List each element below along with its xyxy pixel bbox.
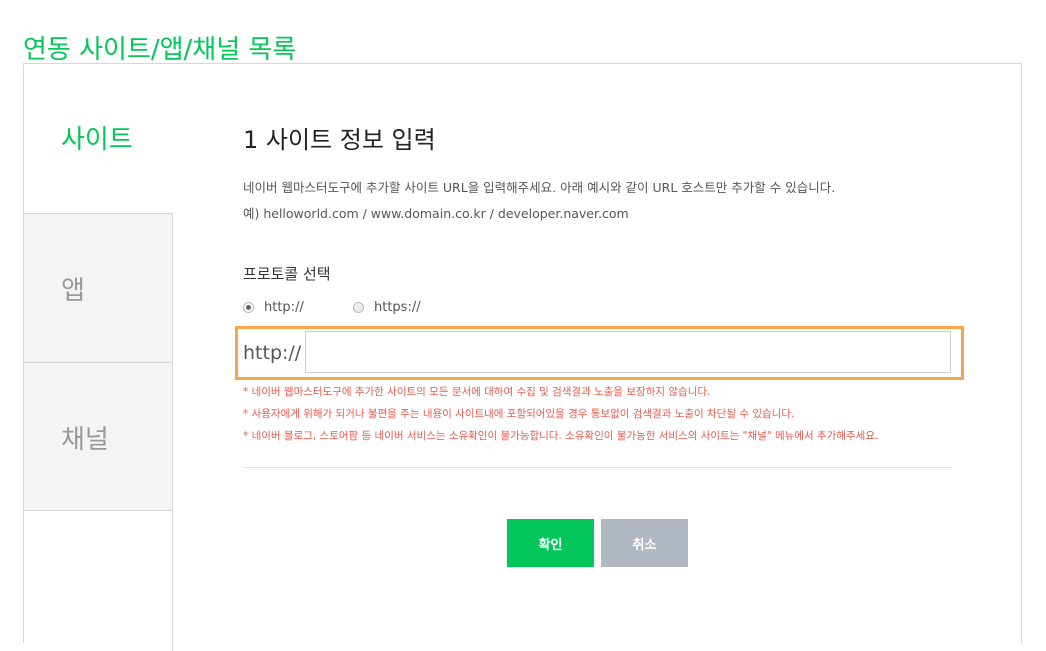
tab-channel[interactable]: 채널 (24, 362, 173, 511)
protocol-label: 프로토콜 선택 (243, 265, 331, 283)
sidebar-divider (172, 511, 173, 651)
radio-unchecked-icon[interactable] (353, 302, 364, 313)
confirm-button[interactable]: 확인 (507, 519, 594, 567)
tab-site[interactable]: 사이트 (24, 64, 173, 213)
example-text: 예) helloworld.com / www.domain.co.kr / d… (243, 206, 629, 221)
protocol-https-label: https:// (374, 300, 421, 315)
radio-checked-icon[interactable] (243, 302, 254, 313)
site-url-input[interactable] (305, 331, 951, 373)
protocol-radio-https[interactable]: https:// (353, 300, 421, 315)
protocol-radio-http[interactable]: http:// (243, 300, 304, 315)
notice-text: * 네이버 블로그, 스토어팜 등 네이버 서비스는 소유확인이 불가능합니다.… (243, 430, 879, 442)
page-title: 연동 사이트/앱/채널 목록 (23, 35, 297, 66)
registration-panel: 사이트 앱 채널 1 사이트 정보 입력 네이버 웹마스터도구에 추가할 사이트… (23, 63, 1022, 651)
cancel-button[interactable]: 취소 (601, 519, 688, 567)
tab-app[interactable]: 앱 (24, 213, 173, 362)
notice-text: * 사용자에게 위해가 되거나 불편을 주는 내용이 사이트내에 포함되어있을 … (243, 408, 795, 420)
form-divider (243, 467, 952, 468)
protocol-http-label: http:// (264, 300, 304, 315)
url-prefix: http:// (243, 342, 302, 364)
description-text: 네이버 웹마스터도구에 추가할 사이트 URL을 입력해주세요. 아래 예시와 … (243, 180, 836, 195)
step-title: 1 사이트 정보 입력 (243, 126, 436, 154)
notice-text: * 네이버 웹마스터도구에 추가한 사이트의 모든 문서에 대하여 수집 및 검… (243, 386, 711, 398)
